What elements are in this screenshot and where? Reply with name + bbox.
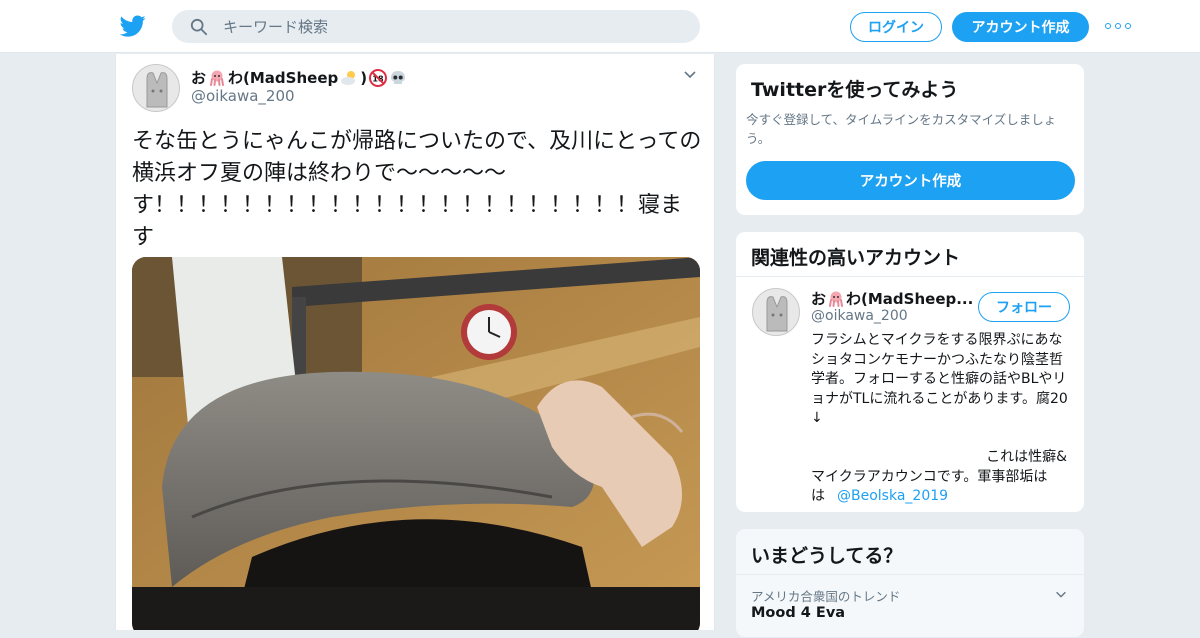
related-account-handle[interactable]: @oikawa_200 <box>811 308 908 324</box>
octopus-icon <box>210 70 225 86</box>
avatar[interactable] <box>132 64 180 112</box>
tweet-author-name[interactable]: お わ(MadSheep ) 18 <box>191 67 407 88</box>
follow-button[interactable]: フォロー <box>978 292 1070 322</box>
search-icon <box>190 18 208 36</box>
tweet-author-handle[interactable]: @oikawa_200 <box>191 87 295 105</box>
bio-text: は <box>811 488 825 504</box>
bio-mention-link[interactable]: @Beolska_2019 <box>837 488 948 504</box>
related-accounts-title: 関連性の高いアカウント <box>751 247 961 269</box>
related-account-bio: フラシムとマイクラをする限界ぷにあなショタコンケモナーかつふたなり陰茎哲学者。フ… <box>811 331 1073 507</box>
trend-context: アメリカ合衆国のトレンド <box>751 589 901 604</box>
author-name-part: お <box>191 69 207 87</box>
bio-text: マイクラアカウンコです。軍事部垢は <box>811 468 1048 485</box>
bio-text: これは性癖& <box>986 449 1067 465</box>
try-twitter-title: Twitterを使ってみよう <box>751 79 959 101</box>
trends-card: いまどうしてる？ アメリカ合衆国のトレンド Mood 4 Eva <box>735 528 1085 638</box>
octopus-icon <box>829 291 844 307</box>
related-accounts-card: 関連性の高いアカウント お わ(MadSheep... @oikawa_200 … <box>735 231 1085 513</box>
related-account-name[interactable]: お わ(MadSheep... <box>811 288 973 309</box>
tweet-photo[interactable] <box>132 257 700 630</box>
sheep-avatar-icon <box>753 289 799 335</box>
bio-text: フラシムとマイクラをする限界ぷにあなショタコンケモナーかつふたなり陰茎哲学者。フ… <box>811 332 1068 426</box>
avatar[interactable] <box>752 288 800 336</box>
skull-icon <box>391 70 406 84</box>
divider <box>736 276 1084 277</box>
tweet-photo-image <box>132 257 700 630</box>
sun-behind-cloud-icon <box>341 70 356 85</box>
signup-button[interactable]: アカウント作成 <box>952 12 1089 42</box>
tweet-text: そな缶とうにゃんこが帰路についたので、及川にとっての横浜オフ夏の陣は終わりで～～… <box>132 129 702 250</box>
chevron-down-icon[interactable] <box>682 66 698 82</box>
sheep-avatar-icon <box>133 65 179 111</box>
try-twitter-description: 今すぐ登録して、タイムラインをカスタマイズしましょう。 <box>746 112 1057 146</box>
search-box[interactable] <box>172 10 700 43</box>
related-name-part: お <box>811 290 827 308</box>
author-name-part: わ(MadSheep <box>228 69 339 87</box>
related-name-part: わ(MadSheep... <box>846 290 974 308</box>
more-options-icon[interactable] <box>1105 16 1131 36</box>
tweet-card: お わ(MadSheep ) 18 @oikawa_200 そな缶とうにゃんこが… <box>115 54 715 630</box>
bio-spacer <box>811 429 1073 449</box>
divider <box>736 574 1084 575</box>
login-button[interactable]: ログイン <box>850 12 942 42</box>
chevron-down-icon[interactable] <box>1054 587 1068 601</box>
trends-title: いまどうしてる？ <box>751 545 903 567</box>
twitter-bird-logo-icon[interactable] <box>120 13 146 39</box>
try-twitter-card: Twitterを使ってみよう 今すぐ登録して、タイムラインをカスタマイズしましょ… <box>735 63 1085 216</box>
search-input[interactable] <box>223 11 683 42</box>
author-name-part: ) <box>360 68 368 87</box>
top-navigation-bar: ログイン アカウント作成 <box>0 0 1200 53</box>
create-account-button[interactable]: アカウント作成 <box>746 161 1075 200</box>
no-one-under-18-icon: 18 <box>369 68 388 87</box>
trend-item[interactable]: Mood 4 Eva <box>751 605 845 621</box>
